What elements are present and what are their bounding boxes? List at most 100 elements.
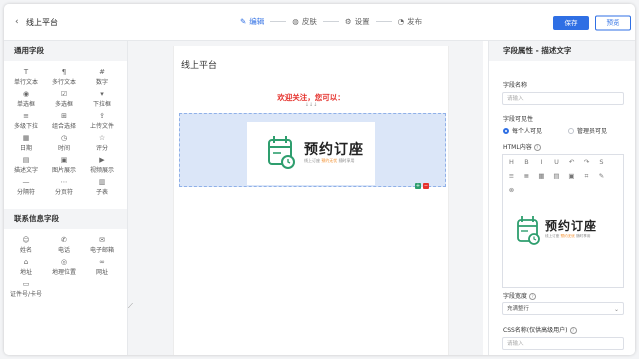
- list-icon[interactable]: ≣: [522, 172, 531, 181]
- plus-icon[interactable]: +: [415, 183, 421, 189]
- field-item-label: 单行文本: [13, 79, 38, 86]
- field-item-9[interactable]: ▦ 日期: [7, 131, 45, 153]
- undo-icon[interactable]: ↶: [567, 158, 576, 167]
- step-divider: [322, 21, 339, 22]
- field-item-14[interactable]: ▶ 视频展示: [83, 153, 121, 175]
- link-icon: ∞: [99, 258, 105, 266]
- single-line-icon: T: [23, 68, 29, 76]
- field-item-3[interactable]: ◉ 单选框: [7, 87, 45, 109]
- common-fields-grid: T 单行文本 ¶ 多行文本 # 数字 ◉ 单选框 ☑ 多选框 ▾ 下拉框 ≡ 多级下拉 ⊞ 组合选择 ⇪ 上传文件…: [4, 61, 127, 199]
- text-block-icon[interactable]: ▤: [552, 172, 561, 181]
- drag-handle-icon[interactable]: ⟋: [128, 302, 133, 311]
- underline-icon[interactable]: U: [552, 158, 561, 167]
- field-item-5[interactable]: ▾ 下拉框: [83, 87, 121, 109]
- help-icon[interactable]: ?: [529, 293, 537, 300]
- tab-edit-label: 编辑: [249, 17, 265, 26]
- italic-icon[interactable]: I: [537, 158, 546, 167]
- field-name-input[interactable]: 请输入: [502, 92, 624, 105]
- strike-icon[interactable]: S: [597, 158, 606, 167]
- html-editor[interactable]: H B I U ↶ ↷ S ≡ ≣ ▦ ▤ ▣ ⌗ ✎ ⊗ 预约订座 线上订座 预约无忧 随时享用: [502, 154, 624, 288]
- clear-format-icon[interactable]: ⊗: [507, 186, 516, 195]
- common-fields-heading: 通用字段: [4, 41, 127, 61]
- contact-field-item-label: 地理位置: [51, 269, 76, 276]
- layout-label-text: 字段宽度: [503, 293, 528, 300]
- visibility-everyone-radio[interactable]: 每个人可见: [503, 126, 542, 135]
- contact-field-item-6[interactable]: ▭ 证件号/卡号: [7, 277, 45, 299]
- align-icon[interactable]: ≡: [507, 172, 516, 181]
- field-item-label: 视频展示: [89, 167, 114, 174]
- bold-icon[interactable]: B: [522, 158, 531, 167]
- layout-select[interactable]: 充满整行 ⌄: [502, 302, 624, 315]
- selected-description-field[interactable]: 预约订座 线上订座 预约无忧 随时享用: [179, 113, 446, 187]
- contact-field-item-1[interactable]: ✆ 电话: [45, 233, 83, 255]
- number-icon: #: [99, 68, 105, 76]
- field-item-6[interactable]: ≡ 多级下拉: [7, 109, 45, 131]
- tab-settings-label: 设置: [354, 17, 370, 26]
- form-canvas: 线上平台 欢迎关注，您可以： ↓↓↓ 预约订座 线上订座 预约无忧 随时享用 +…: [173, 46, 449, 355]
- form-title[interactable]: 线上平台: [181, 58, 217, 71]
- heading-icon[interactable]: H: [507, 158, 516, 167]
- field-item-17[interactable]: ▥ 子表: [83, 175, 121, 197]
- css-name-input[interactable]: 请输入: [502, 337, 624, 350]
- image-icon[interactable]: ▣: [567, 172, 576, 181]
- step-divider: [375, 21, 392, 22]
- field-item-label: 多选框: [54, 101, 73, 108]
- divider-icon: —: [22, 178, 30, 186]
- field-item-label: 评分: [95, 145, 108, 152]
- help-icon[interactable]: ?: [569, 327, 577, 334]
- field-item-4[interactable]: ☑ 多选框: [45, 87, 83, 109]
- cascade-icon: ≡: [23, 112, 29, 120]
- field-item-7[interactable]: ⊞ 组合选择: [45, 109, 83, 131]
- visibility-admin-radio[interactable]: 管理员可见: [568, 126, 607, 135]
- field-item-15[interactable]: — 分隔符: [7, 175, 45, 197]
- field-item-12[interactable]: ▤ 描述文字: [7, 153, 45, 175]
- tab-edit[interactable]: ✎ 编辑: [240, 16, 264, 27]
- field-item-label: 日期: [19, 145, 32, 152]
- edit-icon: ✎: [240, 17, 247, 26]
- contact-field-item-3[interactable]: ⌂ 地址: [7, 255, 45, 277]
- rating-icon: ☆: [98, 134, 106, 142]
- code-icon[interactable]: ⌗: [582, 172, 591, 181]
- field-item-11[interactable]: ☆ 评分: [83, 131, 121, 153]
- contact-field-item-4[interactable]: ◎ 地理位置: [45, 255, 83, 277]
- tab-publish[interactable]: ◔ 发布: [398, 16, 423, 27]
- table-icon[interactable]: ▦: [537, 172, 546, 181]
- phone-icon: ✆: [61, 236, 67, 244]
- field-item-label: 上传文件: [89, 123, 114, 130]
- field-item-1[interactable]: ¶ 多行文本: [45, 65, 83, 87]
- field-item-16[interactable]: ⋯ 分页符: [45, 175, 83, 197]
- tab-skin[interactable]: ◍ 皮肤: [292, 16, 317, 27]
- step-nav: ✎ 编辑 ◍ 皮肤 ⚙ 设置 ◔ 发布: [240, 16, 422, 27]
- app-window: ‹ 线上平台 ✎ 编辑 ◍ 皮肤 ⚙ 设置 ◔ 发布 保存 预览 通用字段 T …: [4, 4, 635, 355]
- upload-icon: ⇪: [99, 112, 105, 120]
- properties-heading: 字段属性 - 描述文字: [489, 41, 635, 61]
- minus-icon[interactable]: −: [423, 183, 429, 189]
- tab-settings[interactable]: ⚙ 设置: [345, 16, 370, 27]
- css-label: CSS名称(仅供高级用户)?: [503, 325, 577, 334]
- contact-field-item-5[interactable]: ∞ 网址: [83, 255, 121, 277]
- field-item-2[interactable]: # 数字: [83, 65, 121, 87]
- redo-icon[interactable]: ↷: [582, 158, 591, 167]
- field-item-label: 数字: [95, 79, 108, 86]
- preview-button[interactable]: 预览: [595, 15, 631, 31]
- top-bar: ‹ 线上平台 ✎ 编辑 ◍ 皮肤 ⚙ 设置 ◔ 发布 保存 预览: [4, 4, 635, 41]
- contact-field-item-2[interactable]: ✉ 电子邮箱: [83, 233, 121, 255]
- edit-icon[interactable]: ✎: [597, 172, 606, 181]
- editor-logo-subtitle-highlight: 预约无忧: [560, 234, 575, 238]
- save-button[interactable]: 保存: [553, 16, 589, 30]
- field-item-10[interactable]: ◷ 时间: [45, 131, 83, 153]
- page-title: 线上平台: [26, 18, 58, 27]
- logo-subtitle: 线上订座 预约无忧 随时享用: [304, 158, 355, 164]
- field-item-label: 下拉框: [92, 101, 111, 108]
- radio-dot: [568, 127, 574, 134]
- html-content-label: HTML内容?: [503, 142, 541, 151]
- tab-skin-label: 皮肤: [301, 17, 317, 26]
- field-item-8[interactable]: ⇪ 上传文件: [83, 109, 121, 131]
- contact-field-item-0[interactable]: ☺ 姓名: [7, 233, 45, 255]
- visibility-everyone-label: 每个人可见: [512, 128, 543, 135]
- email-icon: ✉: [99, 236, 105, 244]
- field-item-0[interactable]: T 单行文本: [7, 65, 45, 87]
- chevron-left-icon[interactable]: ‹: [15, 17, 19, 27]
- field-item-13[interactable]: ▣ 图片展示: [45, 153, 83, 175]
- help-icon[interactable]: ?: [533, 144, 541, 151]
